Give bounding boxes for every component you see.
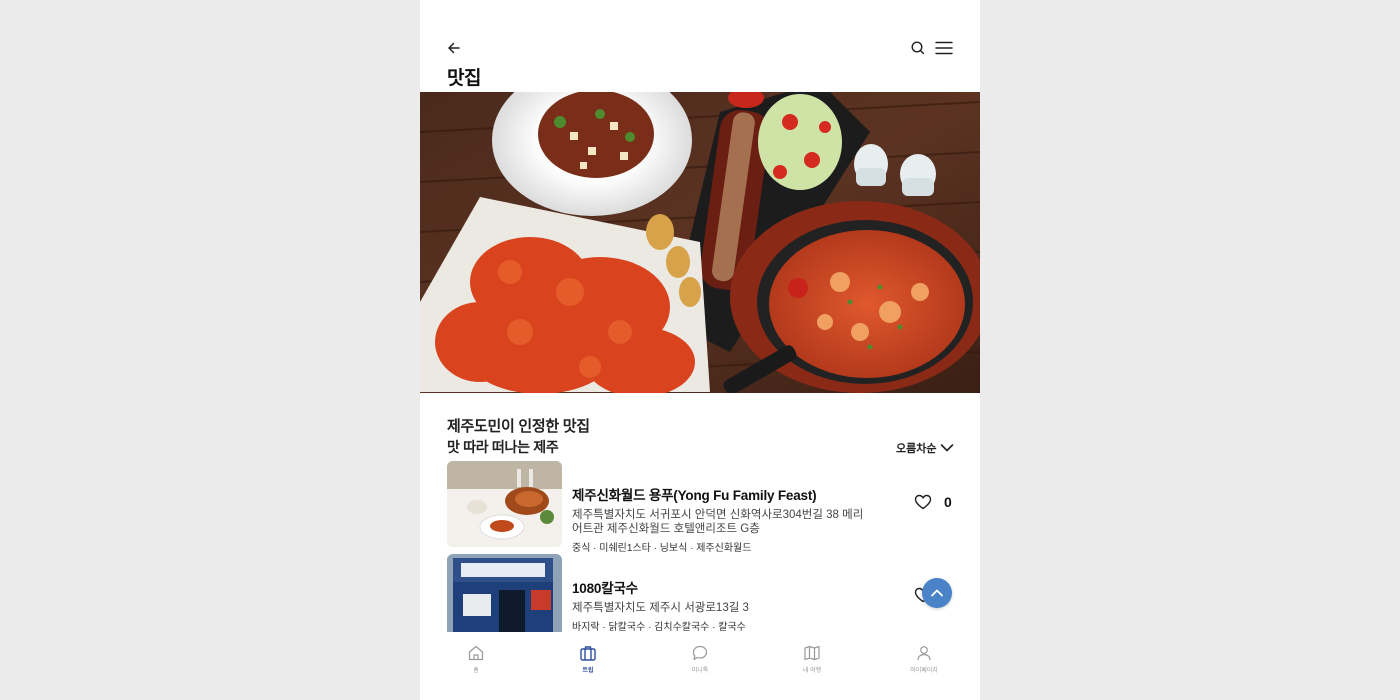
nav-label: 마이페이지 — [910, 668, 938, 674]
like-button[interactable]: 0 — [914, 494, 952, 510]
like-count: 0 — [944, 494, 952, 510]
restaurant-info: 제주신화월드 용푸(Yong Fu Family Feast) 제주특별자치도 … — [572, 461, 872, 554]
restaurant-info: 1080칼국수 제주특별자치도 제주시 서광로13길 3 바지락 · 닭칼국수 … — [572, 554, 872, 632]
chevron-down-icon — [941, 444, 954, 452]
nav-item-my-trip[interactable]: 내 여행 — [772, 644, 852, 674]
bottom-navigation: 홈 트립 미니톡 내 여행 마이페이지 — [420, 632, 980, 700]
restaurant-address: 제주특별자치도 제주시 서광로13길 3 — [572, 602, 749, 614]
back-button[interactable] — [444, 38, 464, 58]
sort-label: 오름차순 — [896, 443, 937, 455]
section-heading: 제주도민이 인정한 맛집 — [447, 418, 590, 435]
nav-label: 미니톡 — [691, 668, 709, 674]
menu-button[interactable] — [934, 38, 954, 58]
nav-label: 내 여행 — [802, 668, 822, 674]
restaurant-thumbnail — [447, 554, 562, 632]
restaurant-name: 1080칼국수 — [572, 581, 638, 596]
search-icon — [911, 41, 925, 55]
nav-label: 트립 — [582, 668, 594, 674]
nav-item-mypage[interactable]: 마이페이지 — [884, 644, 964, 674]
suitcase-icon — [580, 646, 596, 661]
nav-item-minitalk[interactable]: 미니톡 — [660, 644, 740, 674]
map-icon — [804, 645, 820, 661]
top-bar: 맛집 — [420, 0, 980, 92]
search-button[interactable] — [908, 38, 928, 58]
chat-icon — [692, 645, 708, 661]
user-icon — [917, 646, 931, 661]
sort-dropdown[interactable]: 오름차순 — [896, 440, 954, 456]
chevron-up-icon — [931, 589, 943, 597]
hero-food-image — [420, 92, 980, 393]
list-item[interactable]: 제주신화월드 용푸(Yong Fu Family Feast) 제주특별자치도 … — [447, 461, 957, 554]
restaurant-tags: 중식 · 미쉐린1스타 · 닝보식 · 제주신화월드 — [572, 543, 752, 554]
heart-icon — [914, 494, 932, 510]
section-subheading: 맛 따라 떠나는 제주 — [447, 439, 559, 455]
restaurant-thumbnail — [447, 461, 562, 547]
nav-item-home[interactable]: 홈 — [436, 644, 516, 674]
app-screen: 맛집 제주도민이 인정한 맛집 맛 따라 떠나는 제주 오름차순 제주신화월드 … — [420, 0, 980, 700]
restaurant-list: 제주신화월드 용푸(Yong Fu Family Feast) 제주특별자치도 … — [420, 460, 980, 632]
page-title: 맛집 — [447, 68, 481, 89]
restaurant-name: 제주신화월드 용푸(Yong Fu Family Feast) — [572, 488, 817, 503]
nav-item-trip[interactable]: 트립 — [548, 644, 628, 674]
list-item[interactable]: 1080칼국수 제주특별자치도 제주시 서광로13길 3 바지락 · 닭칼국수 … — [447, 554, 957, 632]
restaurant-address: 제주특별자치도 서귀포시 안덕면 신화역사로304번길 38 메리어트관 제주신… — [572, 509, 864, 535]
scroll-to-top-button[interactable] — [922, 578, 952, 608]
hamburger-menu-icon — [935, 41, 953, 55]
restaurant-tags: 바지락 · 닭칼국수 · 김치수칼국수 · 칼국수 — [572, 622, 746, 632]
home-icon — [468, 645, 484, 661]
nav-label: 홈 — [473, 668, 479, 674]
arrow-left-icon — [448, 42, 460, 54]
